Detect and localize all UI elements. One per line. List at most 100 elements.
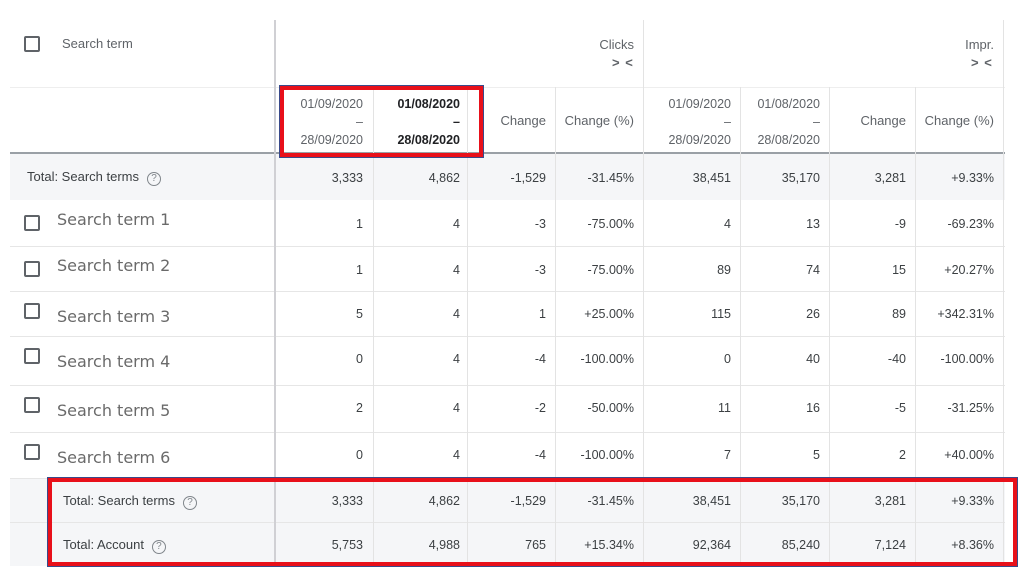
search-term-text[interactable]: Search term 5 xyxy=(57,401,170,420)
search-term-text[interactable]: Search term 6 xyxy=(57,448,170,467)
row-divider xyxy=(10,432,1005,433)
group-divider xyxy=(643,20,644,566)
metric-cell: 15 xyxy=(892,263,906,277)
metric-cell: 74 xyxy=(806,263,820,277)
table-right-border xyxy=(1003,20,1004,566)
row-checkbox[interactable] xyxy=(24,303,40,319)
metric-cell: 11 xyxy=(718,401,731,415)
help-icon[interactable]: ? xyxy=(183,496,197,510)
metric-cell: -75.00% xyxy=(587,263,634,277)
search-term-column-header[interactable]: Search term xyxy=(62,36,133,52)
total-label-text: Total: Search terms xyxy=(27,169,139,184)
metric-cell: -1,529 xyxy=(510,494,546,508)
metric-cell: 0 xyxy=(724,352,731,366)
metric-cell: 4,862 xyxy=(428,171,460,185)
metric-cell: +9.33% xyxy=(951,171,994,185)
search-term-text[interactable]: Search term 4 xyxy=(57,352,170,371)
metric-cell: 7 xyxy=(724,448,731,462)
column-header-change[interactable]: Change xyxy=(829,113,906,129)
metric-cell: 1 xyxy=(539,307,546,321)
metric-cell: 765 xyxy=(525,538,546,552)
search-term-text[interactable]: Search term 3 xyxy=(57,307,170,326)
metric-cell: 40 xyxy=(806,352,820,366)
row-checkbox[interactable] xyxy=(24,397,40,413)
column-header-change[interactable]: Change xyxy=(467,113,546,129)
metric-cell: 5 xyxy=(813,448,820,462)
collapse-clicks-icon[interactable]: > < xyxy=(612,55,634,70)
search-terms-table: Search term Clicks > < Impr. > < 01/09/2… xyxy=(0,0,1024,580)
column-divider xyxy=(915,87,916,566)
search-term-text[interactable]: Search term 2 xyxy=(57,256,170,275)
row-divider xyxy=(10,478,1005,479)
metric-cell: -9 xyxy=(894,217,906,231)
metric-cell: 89 xyxy=(892,307,906,321)
metric-cell: 4,862 xyxy=(428,494,460,508)
date-range-column-header[interactable]: 01/09/2020 – 28/09/2020 xyxy=(276,95,363,149)
metric-cell: 1 xyxy=(356,217,363,231)
date-range-start: 01/09/2020 xyxy=(300,97,363,111)
metric-cell: 2 xyxy=(356,401,363,415)
metric-cell: -5 xyxy=(894,401,906,415)
total-label-text: Total: Search terms xyxy=(63,493,175,508)
metric-cell: 7,124 xyxy=(874,538,906,552)
metric-cell: +8.36% xyxy=(951,538,994,552)
metric-cell: +9.33% xyxy=(951,494,994,508)
row-checkbox[interactable] xyxy=(24,444,40,460)
metric-cell: -2 xyxy=(534,401,546,415)
metric-cell: 3,281 xyxy=(874,494,906,508)
metric-cell: 1 xyxy=(356,263,363,277)
metric-cell: 4 xyxy=(724,217,731,231)
help-icon[interactable]: ? xyxy=(147,172,161,186)
row-divider xyxy=(10,291,1005,292)
metric-cell: -31.45% xyxy=(587,494,634,508)
help-icon[interactable]: ? xyxy=(151,540,166,554)
collapse-impr-icon[interactable]: > < xyxy=(971,55,993,70)
metric-cell: -100.00% xyxy=(580,448,634,462)
metric-cell: +20.27% xyxy=(944,263,994,277)
select-all-checkbox[interactable] xyxy=(24,36,40,52)
date-range-column-header[interactable]: 01/09/2020 – 28/09/2020 xyxy=(644,95,731,149)
metric-cell: 3,281 xyxy=(874,171,906,185)
metric-cell: 4 xyxy=(453,217,460,231)
date-range-start: 01/09/2020 xyxy=(668,97,731,111)
date-range-end: 28/08/2020 xyxy=(397,133,460,147)
row-checkbox[interactable] xyxy=(24,261,40,277)
metric-cell: +25.00% xyxy=(584,307,634,321)
metric-cell: -1,529 xyxy=(510,171,546,185)
metric-cell: 16 xyxy=(806,401,820,415)
column-header-change[interactable]: Change (%) xyxy=(555,113,634,129)
column-divider xyxy=(555,87,556,566)
date-range-end: 28/09/2020 xyxy=(668,133,731,147)
metric-cell: 38,451 xyxy=(692,494,731,508)
date-range-end: 28/08/2020 xyxy=(757,133,820,147)
column-header-change[interactable]: Change (%) xyxy=(916,113,994,129)
column-divider xyxy=(467,87,468,566)
date-range-sep: – xyxy=(813,115,820,129)
metric-cell: -31.45% xyxy=(587,171,634,185)
metric-cell: 115 xyxy=(711,307,731,321)
metric-cell: -100.00% xyxy=(940,352,994,366)
row-divider xyxy=(10,522,1005,523)
date-range-sep: – xyxy=(356,115,363,129)
metric-cell: 2 xyxy=(899,448,906,462)
metric-cell: 0 xyxy=(356,352,363,366)
column-divider xyxy=(740,87,741,566)
metric-cell: -100.00% xyxy=(580,352,634,366)
search-term-text[interactable]: Search term 1 xyxy=(57,210,170,229)
metric-cell: -40 xyxy=(887,352,906,366)
metric-cell: 3,333 xyxy=(331,494,363,508)
metric-cell: 26 xyxy=(806,307,820,321)
metric-cell: -3 xyxy=(534,263,546,277)
column-divider xyxy=(829,87,830,566)
row-checkbox[interactable] xyxy=(24,215,40,231)
date-range-column-header[interactable]: 01/08/2020 – 28/08/2020 xyxy=(373,95,460,149)
metric-cell: 92,364 xyxy=(692,538,731,552)
date-range-column-header[interactable]: 01/08/2020 – 28/08/2020 xyxy=(740,95,820,149)
total-label: Total: Account? xyxy=(63,537,166,554)
metric-cell: 4 xyxy=(453,352,460,366)
metric-cell: +342.31% xyxy=(937,307,994,321)
metric-cell: 13 xyxy=(806,217,820,231)
row-checkbox[interactable] xyxy=(24,348,40,364)
date-range-sep: – xyxy=(724,115,731,129)
metric-cell: 4 xyxy=(453,263,460,277)
